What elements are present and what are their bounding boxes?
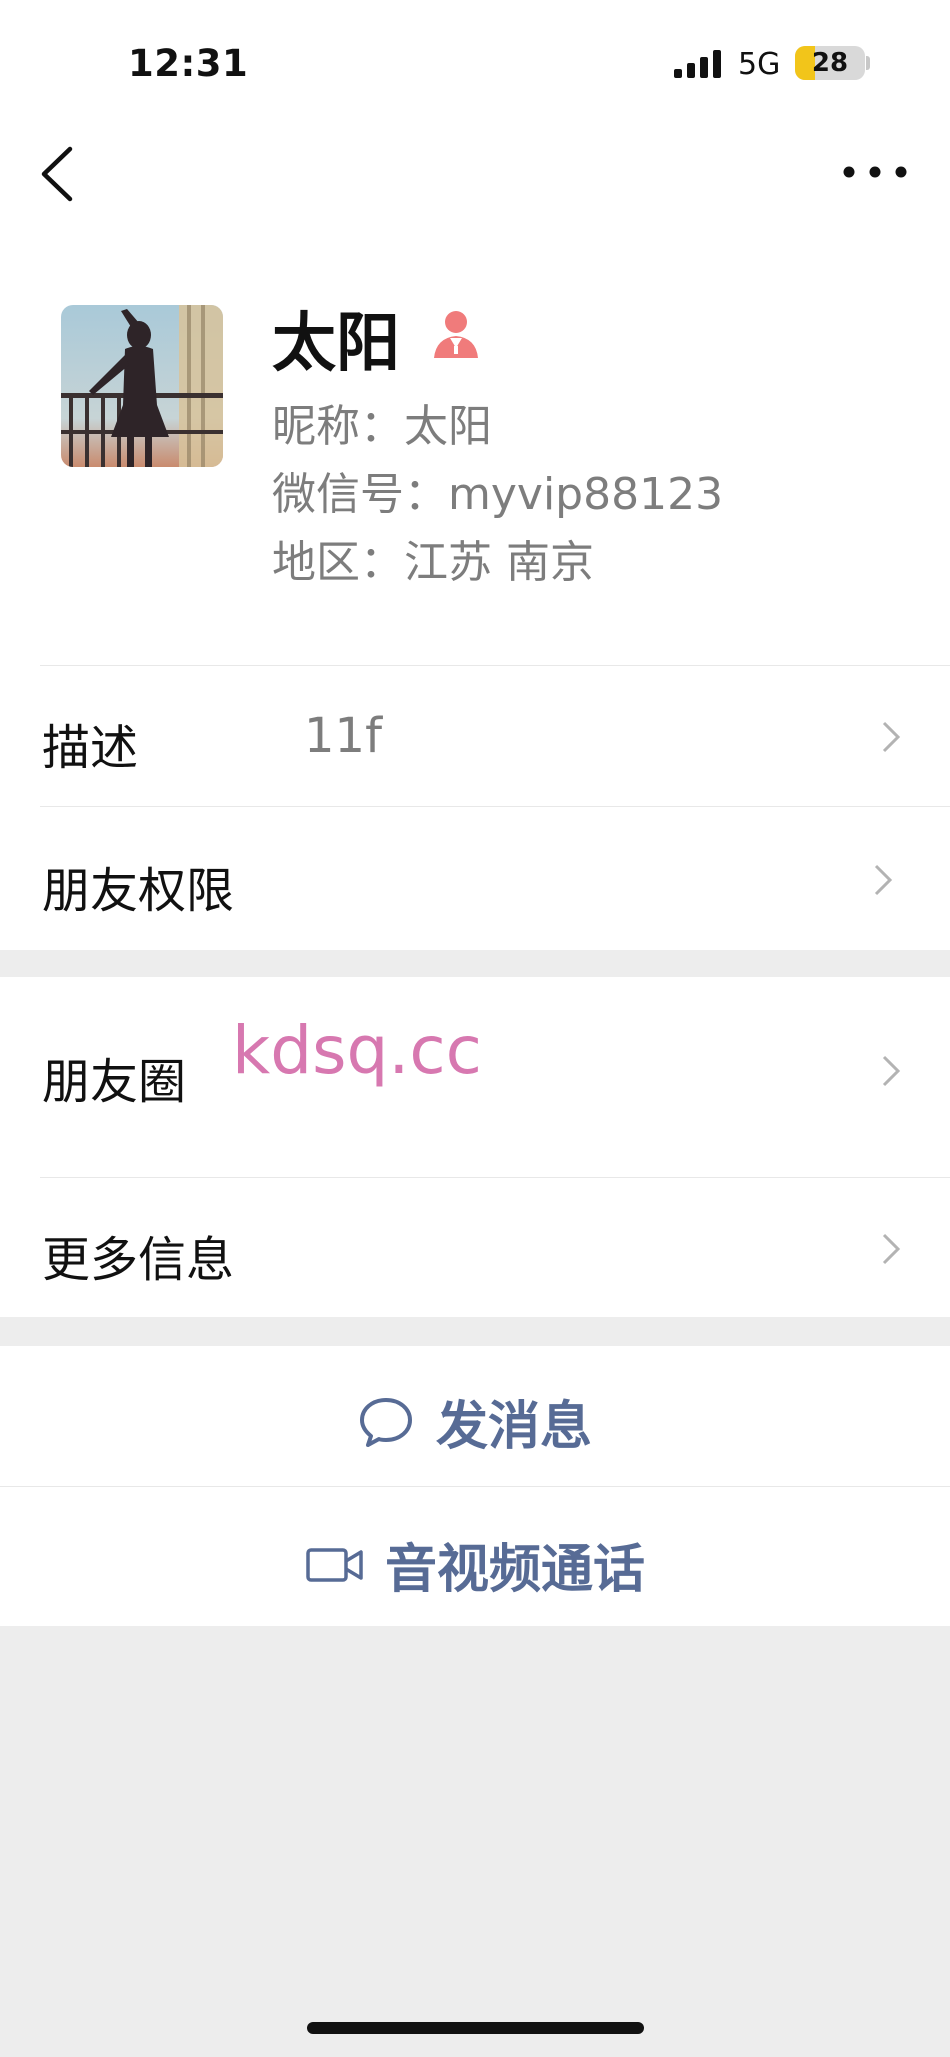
status-time: 12:31 — [128, 42, 249, 85]
contact-name: 太阳 — [272, 307, 400, 381]
battery-level: 28 — [811, 48, 849, 78]
battery-tip — [866, 56, 870, 70]
network-type: 5G — [738, 47, 781, 82]
signal-icon — [674, 50, 724, 78]
video-call-button[interactable]: 音视频通话 — [0, 1487, 950, 1626]
send-message-label: 发消息 — [435, 1397, 592, 1457]
more-info-label: 更多信息 — [42, 1232, 235, 1288]
avatar[interactable] — [61, 305, 223, 467]
send-message-button[interactable]: 发消息 — [0, 1346, 950, 1486]
chevron-right-icon — [874, 864, 893, 896]
friend-permissions-label: 朋友权限 — [42, 863, 235, 919]
more-info-row[interactable]: 更多信息 — [0, 1178, 950, 1317]
female-icon — [434, 311, 478, 358]
nickname-text: 昵称：太阳 — [272, 401, 492, 452]
friend-permissions-row[interactable]: 朋友权限 — [0, 807, 950, 947]
back-button[interactable] — [36, 143, 88, 205]
chevron-right-icon — [882, 721, 901, 753]
video-call-label: 音视频通话 — [384, 1540, 645, 1600]
description-label: 描述 — [42, 720, 139, 776]
description-value: 11f — [304, 708, 382, 764]
watermark-text: kdsq.cc — [232, 1012, 482, 1089]
chevron-right-icon — [882, 1055, 901, 1087]
more-button[interactable] — [840, 152, 910, 192]
moments-label: 朋友圈 — [42, 1054, 187, 1110]
description-row[interactable]: 描述 11f — [0, 666, 950, 806]
region-text: 地区：江苏 南京 — [272, 537, 594, 588]
ellipsis-icon — [843, 166, 907, 178]
chat-bubble-icon — [359, 1397, 412, 1447]
video-camera-icon — [306, 1547, 363, 1582]
chevron-left-icon — [41, 146, 73, 202]
chevron-right-icon — [882, 1233, 901, 1265]
battery-icon: 28 — [795, 46, 865, 80]
wechat-id-text[interactable]: 微信号：myvip88123 — [272, 458, 723, 522]
home-indicator[interactable] — [307, 2022, 644, 2034]
